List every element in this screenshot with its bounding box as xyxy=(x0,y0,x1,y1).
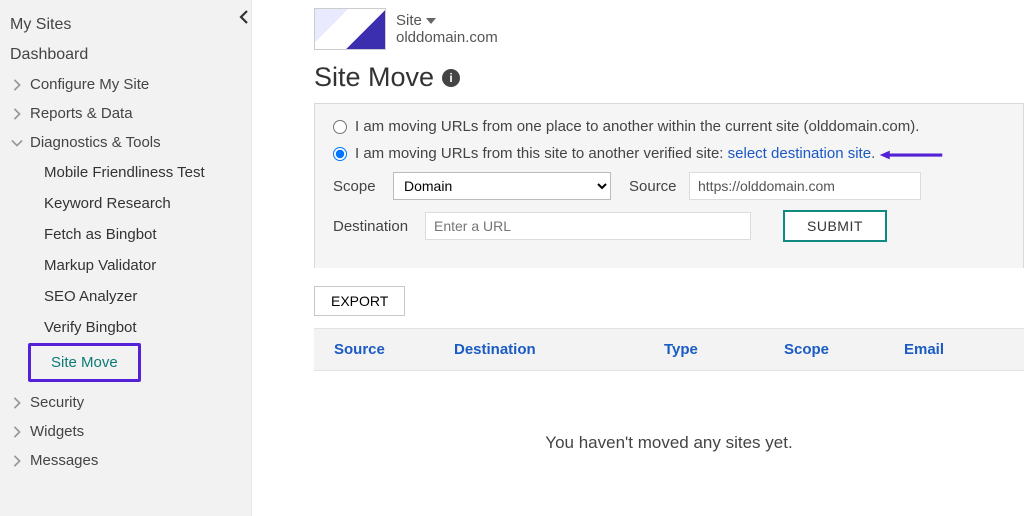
site-domain: olddomain.com xyxy=(396,29,498,46)
destination-label: Destination xyxy=(333,218,413,235)
export-button[interactable]: EXPORT xyxy=(314,286,405,316)
sidebar-widgets[interactable]: Widgets xyxy=(0,417,251,446)
sidebar-security[interactable]: Security xyxy=(0,388,251,417)
select-destination-link[interactable]: select destination site xyxy=(728,145,871,162)
empty-state-message: You haven't moved any sites yet. xyxy=(314,433,1024,453)
radio-other-site-label: I am moving URLs from this site to anoth… xyxy=(355,145,728,162)
table-header: Source Destination Type Scope Email Date xyxy=(314,328,1024,371)
radio-other-site-input[interactable] xyxy=(333,147,347,161)
scope-source-row: Scope Domain Source xyxy=(333,172,1005,200)
destination-row: Destination SUBMIT xyxy=(333,210,1005,242)
source-input[interactable] xyxy=(689,172,921,200)
collapse-sidebar-icon[interactable] xyxy=(235,8,253,26)
sidebar-dashboard-label: Dashboard xyxy=(10,46,88,64)
sidebar-item-keyword-research[interactable]: Keyword Research xyxy=(34,188,251,219)
sidebar-item-fetch-bingbot[interactable]: Fetch as Bingbot xyxy=(34,219,251,250)
sidebar-reports[interactable]: Reports & Data xyxy=(0,99,251,128)
sidebar-my-sites[interactable]: My Sites xyxy=(0,10,251,40)
sidebar: My Sites Dashboard Configure My Site Rep… xyxy=(0,0,252,516)
radio-within-site-input[interactable] xyxy=(333,120,347,134)
sidebar-diagnostics-label: Diagnostics & Tools xyxy=(30,134,161,151)
scope-select[interactable]: Domain xyxy=(393,172,611,200)
site-selector[interactable]: Site xyxy=(396,12,498,29)
sidebar-diagnostics-submenu: Mobile Friendliness Test Keyword Researc… xyxy=(0,157,251,343)
caret-down-icon xyxy=(426,12,436,29)
source-label: Source xyxy=(629,178,677,195)
page-title: Site Move i xyxy=(252,56,1024,103)
sidebar-configure[interactable]: Configure My Site xyxy=(0,70,251,99)
col-type[interactable]: Type xyxy=(664,341,784,358)
sidebar-messages-label: Messages xyxy=(30,452,98,469)
col-destination[interactable]: Destination xyxy=(454,341,664,358)
info-icon[interactable]: i xyxy=(442,69,460,87)
col-email[interactable]: Email xyxy=(904,341,1024,358)
sidebar-item-verify-bingbot[interactable]: Verify Bingbot xyxy=(34,312,251,343)
chevron-down-icon xyxy=(10,138,24,148)
chevron-right-icon xyxy=(10,79,24,91)
sidebar-dashboard[interactable]: Dashboard xyxy=(0,40,251,70)
sidebar-my-sites-label: My Sites xyxy=(10,16,71,34)
site-thumbnail[interactable] xyxy=(314,8,386,50)
sidebar-item-mobile-friendliness[interactable]: Mobile Friendliness Test xyxy=(34,157,251,188)
sidebar-reports-label: Reports & Data xyxy=(30,105,133,122)
sidebar-diagnostics[interactable]: Diagnostics & Tools xyxy=(0,128,251,157)
site-move-form: I am moving URLs from one place to anoth… xyxy=(314,103,1024,268)
scope-label: Scope xyxy=(333,178,381,195)
sidebar-item-site-move[interactable]: Site Move xyxy=(28,343,141,382)
chevron-right-icon xyxy=(10,426,24,438)
radio-within-site-label: I am moving URLs from one place to anoth… xyxy=(355,118,919,135)
sidebar-item-markup-validator[interactable]: Markup Validator xyxy=(34,250,251,281)
annotation-arrow-icon xyxy=(861,150,961,160)
col-scope[interactable]: Scope xyxy=(784,341,904,358)
sidebar-security-label: Security xyxy=(30,394,84,411)
radio-within-site[interactable]: I am moving URLs from one place to anoth… xyxy=(333,118,1005,135)
destination-input[interactable] xyxy=(425,212,751,240)
site-header: Site olddomain.com xyxy=(252,8,1024,56)
submit-button[interactable]: SUBMIT xyxy=(783,210,887,242)
chevron-right-icon xyxy=(10,108,24,120)
sidebar-messages[interactable]: Messages xyxy=(0,446,251,475)
sidebar-item-seo-analyzer[interactable]: SEO Analyzer xyxy=(34,281,251,312)
chevron-right-icon xyxy=(10,397,24,409)
sidebar-widgets-label: Widgets xyxy=(30,423,84,440)
main-content: Site olddomain.com Site Move i I am movi… xyxy=(252,0,1024,516)
sidebar-configure-label: Configure My Site xyxy=(30,76,149,93)
site-label: Site xyxy=(396,12,422,29)
chevron-right-icon xyxy=(10,455,24,467)
col-source[interactable]: Source xyxy=(334,341,454,358)
